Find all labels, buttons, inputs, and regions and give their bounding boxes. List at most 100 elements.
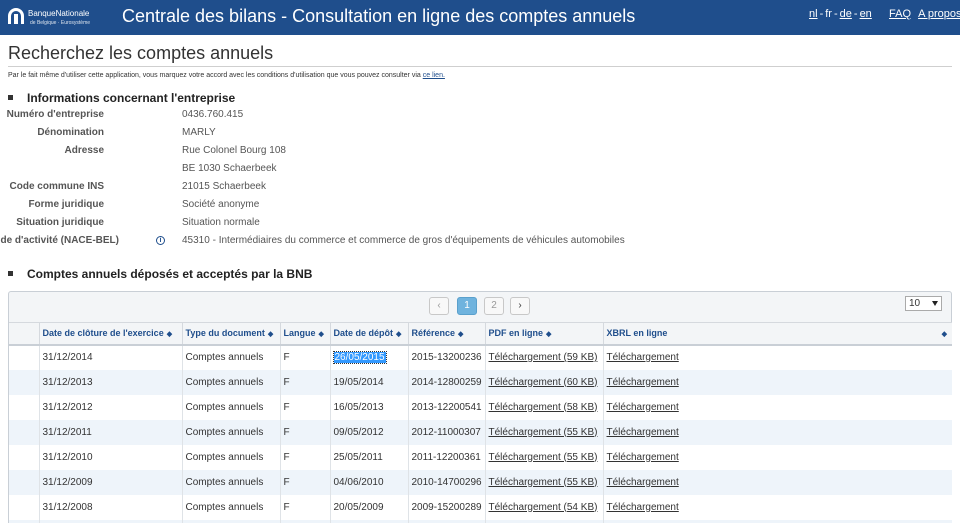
info-row-enterprise-number: Numéro d'entreprise 0436.760.415 (0, 109, 900, 127)
table-row[interactable]: 31/12/2008 Comptes annuels F 20/05/2009 … (9, 494, 952, 520)
lang-fr-link[interactable]: fr (825, 8, 832, 20)
table-row[interactable]: 31/12/2009 Comptes annuels F 04/06/2010 … (9, 469, 952, 495)
row-select-cell[interactable] (9, 494, 39, 520)
xbrl-download-link[interactable]: Téléchargement (607, 452, 679, 463)
cell-pdf: Téléchargement (55 KB) (484, 444, 603, 470)
pager-page-1[interactable]: 1 (457, 297, 477, 315)
sort-icon: ◆ (941, 331, 947, 338)
cell-xbrl: Téléchargement (602, 494, 952, 520)
cell-xbrl: Téléchargement (602, 419, 952, 445)
cell-reference: 2012-11000307 (407, 419, 485, 445)
xbrl-download-link[interactable]: Téléchargement (607, 377, 679, 388)
row-select-cell[interactable] (9, 419, 39, 445)
pdf-download-link[interactable]: Téléchargement (60 KB) (489, 377, 598, 388)
xbrl-download-link[interactable]: Téléchargement (607, 427, 679, 438)
pdf-download-link[interactable]: Téléchargement (55 KB) (489, 427, 598, 438)
terms-link[interactable]: ce lien. (423, 72, 445, 79)
xbrl-download-link[interactable]: Téléchargement (607, 402, 679, 413)
xbrl-download-link[interactable]: Téléchargement (607, 352, 679, 363)
cell-deposit-date: 09/05/2012 (329, 419, 408, 445)
col-header-xbrl[interactable]: XBRL en ligne ◆ (602, 322, 952, 346)
row-select-cell[interactable] (9, 394, 39, 420)
col-header-reference[interactable]: Référence ◆ (407, 322, 485, 346)
cell-close-date: 31/12/2009 (38, 469, 182, 495)
sort-icon: ◆ (166, 331, 173, 339)
about-link[interactable]: A propos (918, 8, 960, 20)
table-row[interactable]: 31/12/2010 Comptes annuels F 25/05/2011 … (9, 444, 952, 470)
info-label: Code d'activité (NACE-BEL) (0, 235, 119, 246)
logo-subtitle: de Belgique · Eurosystème (30, 20, 91, 26)
table-row[interactable]: 31/12/2011 Comptes annuels F 09/05/2012 … (9, 419, 952, 445)
cell-xbrl: Téléchargement (602, 369, 952, 395)
faq-link[interactable]: FAQ (889, 8, 911, 20)
row-select-cell[interactable] (9, 469, 39, 495)
pdf-download-link[interactable]: Téléchargement (55 KB) (489, 477, 598, 488)
col-header-select (9, 322, 39, 346)
page-size-value: 10 (909, 298, 921, 309)
row-select-cell[interactable] (9, 344, 39, 370)
pager-next-button[interactable]: › (510, 297, 530, 315)
row-select-cell[interactable] (9, 519, 39, 523)
info-value: BE 1030 Schaerbeek (182, 163, 277, 174)
cell-pdf (484, 519, 603, 523)
cell-deposit-date: 20/05/2009 (329, 494, 408, 520)
pdf-download-link[interactable]: Téléchargement (55 KB) (489, 452, 598, 463)
cell-reference: 2014-12800259 (407, 369, 485, 395)
info-icon[interactable]: i (156, 236, 165, 245)
row-select-cell[interactable] (9, 369, 39, 395)
sort-icon: ◆ (458, 331, 464, 339)
cell-document-type: Comptes annuels (181, 394, 280, 420)
cell-xbrl: Téléchargement (602, 344, 952, 370)
xbrl-download-link[interactable]: Téléchargement (607, 477, 679, 488)
lang-de-link[interactable]: de (840, 8, 852, 20)
page-size-select[interactable]: 10 (905, 296, 942, 311)
col-header-language[interactable]: Langue ◆ (279, 322, 330, 346)
pager-page-2[interactable]: 2 (484, 297, 504, 315)
col-header-close-date[interactable]: Date de clôture de l'exercice ◆ (38, 322, 182, 346)
cell-language: F (279, 444, 330, 470)
cell-close-date: 31/12/2013 (38, 369, 182, 395)
cell-deposit-date (329, 519, 408, 523)
table-row[interactable]: 31/12/2012 Comptes annuels F 16/05/2013 … (9, 394, 952, 420)
pdf-download-link[interactable]: Téléchargement (58 KB) (489, 402, 598, 413)
xbrl-download-link[interactable]: Téléchargement (607, 502, 679, 513)
info-row-address: Adresse Rue Colonel Bourg 108 (0, 145, 900, 163)
cell-close-date (38, 519, 182, 523)
table-row[interactable] (9, 519, 952, 523)
pager-prev-button[interactable]: ‹ (429, 297, 449, 315)
page-title: Recherchez les comptes annuels (8, 43, 274, 63)
accounts-heading: Comptes annuels déposés et acceptés par … (8, 267, 312, 281)
cell-deposit-date: 25/05/2011 (329, 444, 408, 470)
cell-reference: 2011-12200361 (407, 444, 485, 470)
cell-language: F (279, 394, 330, 420)
cell-xbrl (602, 519, 952, 523)
col-header-document-type[interactable]: Type du document ◆ (181, 322, 280, 346)
info-row-activity-code: Code d'activité (NACE-BEL) i 45310 - Int… (0, 235, 900, 253)
cell-document-type: Comptes annuels (181, 494, 280, 520)
info-value: 0436.760.415 (182, 109, 244, 120)
accounts-heading-text: Comptes annuels déposés et acceptés par … (27, 267, 313, 281)
bnb-logo[interactable]: BanqueNationale de Belgique · Eurosystèm… (8, 6, 94, 30)
cell-language: F (279, 419, 330, 445)
table-row[interactable]: 31/12/2013 Comptes annuels F 19/05/2014 … (9, 369, 952, 395)
cell-document-type: Comptes annuels (181, 444, 280, 470)
cell-pdf: Téléchargement (55 KB) (484, 469, 603, 495)
info-row-legal-form: Forme juridique Société anonyme (0, 199, 900, 217)
language-switcher: nl - fr - de - en (809, 8, 872, 20)
lang-nl-link[interactable]: nl (809, 8, 818, 20)
table-row[interactable]: 31/12/2014 Comptes annuels F 26/05/2015 … (9, 344, 952, 370)
bullet-icon (8, 271, 13, 277)
cell-document-type: Comptes annuels (181, 419, 280, 445)
pdf-download-link[interactable]: Téléchargement (54 KB) (489, 502, 598, 513)
info-label: Numéro d'entreprise (6, 109, 104, 120)
col-header-deposit-date[interactable]: Date de dépôt ◆ (329, 322, 408, 346)
row-select-cell[interactable] (9, 444, 39, 470)
lang-en-link[interactable]: en (860, 8, 872, 20)
pdf-download-link[interactable]: Téléchargement (59 KB) (489, 352, 598, 363)
info-label: Adresse (64, 145, 104, 156)
cell-pdf: Téléchargement (59 KB) (484, 344, 603, 370)
cell-close-date: 31/12/2011 (38, 419, 182, 445)
info-value: 21015 Schaerbeek (182, 181, 266, 192)
col-header-pdf[interactable]: PDF en ligne ◆ (484, 322, 603, 346)
cell-xbrl: Téléchargement (602, 394, 952, 420)
